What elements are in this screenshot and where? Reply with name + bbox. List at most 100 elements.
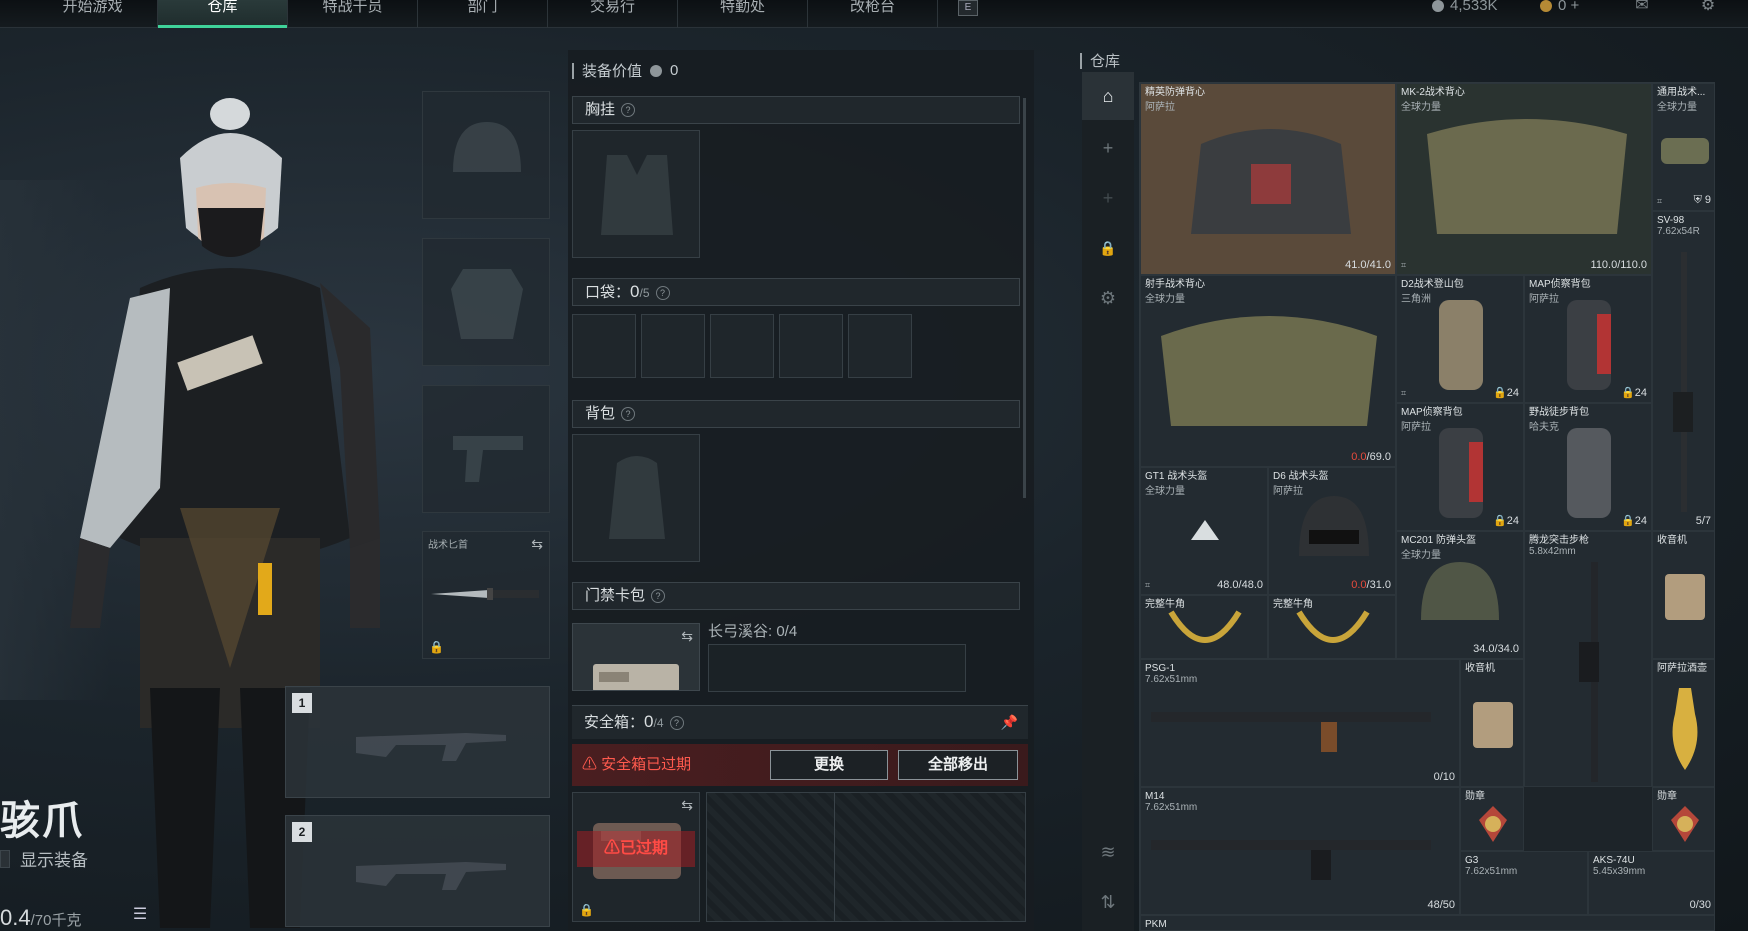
replace-button[interactable]: 更换	[770, 750, 888, 780]
armor-vest-icon	[1191, 129, 1351, 234]
item-name: 精英防弹背心	[1145, 87, 1205, 98]
warehouse-item[interactable]: 精英防弹背心 阿萨拉 41.0/41.0	[1140, 83, 1396, 275]
sort-icon[interactable]: ⇅	[1082, 878, 1134, 926]
tab-department[interactable]: 部门	[418, 0, 548, 28]
show-equipment-checkbox[interactable]	[0, 849, 10, 868]
backpack-slot[interactable]	[572, 434, 700, 562]
radio-icon	[1473, 702, 1513, 748]
warehouse-item[interactable]: 通用战术... 全球力量 ⌗ ⛨ 9	[1652, 83, 1714, 211]
weight-value: 0.4	[0, 905, 31, 930]
coin-icon	[1432, 0, 1444, 12]
tab-operators[interactable]: 特战干员	[288, 0, 418, 28]
warehouse-item[interactable]: 射手战术背心 全球力量 0.0/69.0	[1140, 275, 1396, 467]
swap-icon[interactable]: ⇆	[681, 797, 693, 814]
safebox-grid-cell[interactable]	[707, 793, 835, 921]
move-all-button[interactable]: 全部移出	[898, 750, 1018, 780]
safebox-slot[interactable]: ⇆ ⚠已过期 🔒	[572, 792, 700, 922]
helmet-slot[interactable]	[422, 91, 550, 219]
tab-warehouse[interactable]: 仓库	[158, 0, 288, 28]
item-name: 阿萨拉酒壶	[1657, 663, 1707, 674]
add-page-locked-icon[interactable]: +	[1082, 174, 1134, 222]
melee-slot-label: 战术匕首	[428, 540, 468, 551]
melee-slot[interactable]: 战术匕首 ⇆ 🔒	[422, 531, 550, 659]
pocket-slot[interactable]	[641, 314, 705, 378]
warehouse-item[interactable]: 完整牛角	[1268, 595, 1396, 659]
warehouse-item[interactable]: 阿萨拉酒壶	[1652, 659, 1714, 787]
currency-premium-value: 0 +	[1558, 0, 1580, 14]
warehouse-item[interactable]: MAP侦察背包 阿萨拉 🔒24	[1524, 275, 1652, 403]
currency-premium[interactable]: 0 +	[1540, 0, 1580, 14]
help-icon[interactable]: ?	[655, 286, 670, 301]
safebox-expired-bar: ⚠ 安全箱已过期 更换 全部移出	[572, 744, 1028, 786]
help-icon[interactable]: ?	[651, 589, 666, 604]
armor-slot[interactable]	[422, 238, 550, 366]
medal-icon	[1479, 806, 1507, 842]
item-name: D2战术登山包	[1401, 279, 1464, 290]
pocket-slot[interactable]	[848, 314, 912, 378]
warehouse-item[interactable]: SV-98 7.62x54R 5/7	[1652, 211, 1714, 531]
warehouse-item[interactable]: 野战徒步背包 哈夫克 🔒24	[1524, 403, 1652, 531]
rifle-silhouette-icon	[356, 733, 506, 761]
help-icon[interactable]: ?	[669, 716, 684, 731]
warehouse-item[interactable]: D6 战术头盔 阿萨拉 0.0/31.0	[1268, 467, 1396, 595]
safebox-grid[interactable]	[706, 792, 1026, 922]
warehouse-item[interactable]: PSG-1 7.62x51mm 0/10	[1140, 659, 1460, 787]
primary-weapon-slot-1[interactable]: 1	[285, 686, 550, 798]
pocket-slot[interactable]	[572, 314, 636, 378]
panel-scrollbar[interactable]	[1023, 98, 1026, 498]
pin-icon[interactable]: 📌	[1001, 706, 1018, 738]
warehouse-item[interactable]: GT1 战术头盔 全球力量 ⌗ 48.0/48.0	[1140, 467, 1268, 595]
gear-icon[interactable]: ⚙	[1082, 274, 1134, 322]
item-name: 通用战术...	[1657, 87, 1706, 98]
item-name: 射手战术背心	[1145, 279, 1205, 290]
warehouse-item[interactable]: MK-2战术背心 全球力量 ⌗ 110.0/110.0	[1396, 83, 1652, 275]
chest-rig-icon	[601, 155, 673, 235]
swap-icon[interactable]: ⇆	[681, 628, 693, 645]
chest-rig-slot[interactable]	[572, 130, 700, 258]
primary-weapon-slot-2[interactable]: 2	[285, 815, 550, 927]
warehouse-item[interactable]: G3 7.62x51mm	[1460, 851, 1588, 915]
mail-icon[interactable]: ✉	[1630, 0, 1654, 14]
tab-special-ops[interactable]: 特勤处	[678, 0, 808, 28]
tab-gunsmith[interactable]: 改枪台	[808, 0, 938, 28]
pocket-slot[interactable]	[710, 314, 774, 378]
lock-icon[interactable]: 🔒	[1082, 224, 1134, 272]
help-icon[interactable]: ?	[621, 103, 636, 118]
swap-icon[interactable]: ⇆	[531, 536, 543, 553]
warehouse-item[interactable]: MC201 防弹头盔 全球力量 34.0/34.0	[1396, 531, 1524, 659]
pocket-slot[interactable]	[779, 314, 843, 378]
warehouse-item[interactable]: M14 7.62x51mm 48/50	[1140, 787, 1460, 915]
layers-icon[interactable]: ≋	[1082, 828, 1134, 876]
item-count-value: 24	[1634, 387, 1647, 399]
help-icon[interactable]: ?	[621, 407, 636, 422]
item-name: PKM	[1145, 919, 1167, 930]
nav-tabs: 开始游戏 仓库 特战干员 部门 交易行 特勤处 改枪台	[28, 0, 938, 28]
warehouse-item[interactable]: MAP侦察背包 阿萨拉 🔒24	[1396, 403, 1524, 531]
list-view-icon[interactable]: ☰	[128, 904, 152, 926]
keycard-grid[interactable]	[708, 644, 966, 692]
warehouse-item[interactable]: 收音机	[1652, 531, 1714, 659]
tab-start-game[interactable]: 开始游戏	[28, 0, 158, 28]
add-page-icon[interactable]: +	[1082, 124, 1134, 172]
pistol-slot[interactable]	[422, 385, 550, 513]
warehouse-item[interactable]: 完整牛角	[1140, 595, 1268, 659]
item-count-value: 24	[1506, 515, 1519, 527]
keycard-case-slot[interactable]: ⇆	[572, 623, 700, 691]
warehouse-item[interactable]: D2战术登山包 三角洲 ⌗ 🔒24	[1396, 275, 1524, 403]
item-name: 收音机	[1465, 663, 1495, 674]
warehouse-main-icon[interactable]: ⌂	[1082, 72, 1134, 120]
warehouse-item[interactable]: 收音机	[1460, 659, 1524, 787]
warehouse-item[interactable]: 勋章	[1460, 787, 1524, 851]
warehouse-item[interactable]: 腾龙突击步枪 5.8x42mm	[1524, 531, 1652, 787]
item-sub: 7.62x51mm	[1145, 674, 1198, 685]
warehouse-item[interactable]: PKM	[1140, 915, 1714, 930]
safebox-max: /4	[653, 716, 664, 730]
item-name: MAP侦察背包	[1529, 279, 1591, 290]
tab-market[interactable]: 交易行	[548, 0, 678, 28]
settings-gear-icon[interactable]: ⚙	[1696, 0, 1720, 14]
warehouse-item[interactable]: 勋章	[1652, 787, 1714, 851]
show-equipment-toggle[interactable]: 显示装备	[0, 846, 88, 871]
item-durability-max: /69.0	[1366, 451, 1391, 463]
warehouse-item[interactable]: AKS-74U 5.45x39mm 0/30	[1588, 851, 1714, 915]
chest-rig-header: 胸挂?	[572, 96, 1020, 124]
